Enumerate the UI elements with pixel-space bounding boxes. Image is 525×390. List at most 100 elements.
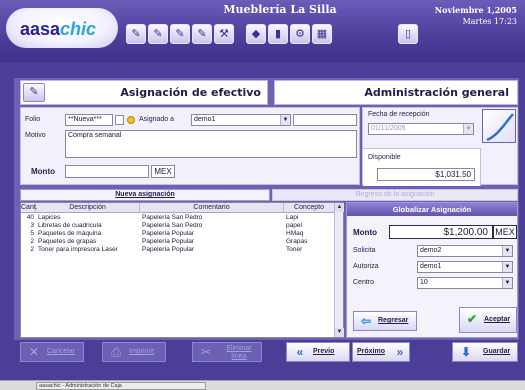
module-title: Administración general — [364, 86, 509, 99]
solicita-select[interactable]: demo2 ▼ — [417, 245, 513, 257]
fecha-value: 01/11/2005 — [371, 125, 406, 132]
regresar-button[interactable]: ⇦ Regresar — [353, 311, 417, 331]
door-icon[interactable]: ▯ — [398, 24, 418, 44]
asignado-value: demo1 — [194, 116, 216, 123]
cell-cantidad: 2 — [30, 238, 34, 245]
centro-label: Centro — [353, 279, 375, 286]
pencil-icon[interactable]: ✎ — [192, 24, 212, 44]
scroll-down-icon[interactable]: ▼ — [335, 328, 344, 337]
global-monto-field[interactable]: $1,200.00 — [389, 225, 493, 239]
autoriza-label: Autoriza — [353, 263, 379, 270]
cell-descripcion: Toner para impresora Laser — [38, 246, 118, 253]
column-header-concepto[interactable]: Concepto — [284, 203, 335, 213]
chevron-down-icon[interactable]: ▼ — [280, 115, 290, 125]
motivo-label: Motivo — [25, 132, 46, 139]
cancelar-button[interactable]: ✕ Cancelar — [20, 342, 84, 362]
tab-nueva-asignacion[interactable]: Nueva asignación — [20, 189, 270, 201]
asignado-select[interactable]: demo1 ▼ — [191, 114, 291, 126]
status-light-icon — [127, 116, 135, 124]
cell-concepto: papel — [286, 222, 302, 229]
folio-field[interactable]: **Nueva*** — [65, 114, 113, 126]
current-day-time: Martes 17:23 — [462, 17, 517, 26]
cell-descripcion: Paquetes de máquina — [38, 230, 102, 237]
previo-label: Previo — [313, 348, 335, 355]
aceptar-label: Aceptar — [484, 316, 511, 323]
cell-cantidad: 40 — [26, 214, 34, 221]
cell-descripcion: Libretas de cuadricula — [38, 222, 102, 229]
cancel-icon: ✕ — [28, 345, 40, 359]
pencil-icon[interactable]: ✎ — [148, 24, 168, 44]
chart-icon[interactable] — [482, 109, 516, 143]
table-row[interactable]: 3 Libretas de cuadricula Papelería San P… — [21, 222, 335, 230]
calendar-icon[interactable]: ▦ — [312, 24, 332, 44]
section-header-admin: Administración general — [274, 80, 518, 105]
chevron-down-icon[interactable]: ▼ — [502, 246, 512, 256]
table-row[interactable]: 5 Paquetes de máquina Papelería Popular … — [21, 230, 335, 238]
centro-select[interactable]: 10 ▼ — [417, 277, 513, 289]
autoriza-select[interactable]: demo1 ▼ — [417, 261, 513, 273]
tools-icon[interactable]: ⚒ — [214, 24, 234, 44]
asignado-name-field[interactable] — [293, 114, 357, 126]
column-header-descripcion[interactable]: Descripción — [36, 203, 140, 213]
column-header-comentario[interactable]: Comentario — [140, 203, 284, 213]
gears-icon[interactable]: ⚙ — [290, 24, 310, 44]
cell-descripcion: Lapices — [38, 214, 61, 221]
tab-regreso-asignacion[interactable]: Regreso de la asignación — [272, 189, 518, 201]
page-title: Asignación de efectivo — [120, 86, 261, 99]
table-row[interactable]: 2 Paquetes de grapas Papelería Popular G… — [21, 238, 335, 246]
globalizar-title: Globalizar Asignación — [347, 203, 517, 216]
taskbar-window-button[interactable]: aasachic - Administración de Caja — [36, 382, 206, 390]
app-header: aasa chic Mueblería La Silla ✎ ✎ ✎ ✎ ⚒ ◆… — [0, 0, 525, 62]
double-arrow-right-icon: » — [396, 345, 404, 359]
logo-text-main: aasa — [20, 19, 61, 39]
monto-field[interactable] — [65, 165, 149, 178]
book-icon[interactable]: ▮ — [268, 24, 288, 44]
cell-cantidad: 5 — [30, 230, 34, 237]
asignado-label: Asignado a — [139, 116, 175, 123]
global-monto-label: Monto — [353, 228, 377, 237]
checkmark-icon: ✔ — [466, 312, 478, 326]
disponible-label: Disponible — [368, 154, 401, 161]
cell-concepto: Toner — [286, 246, 303, 253]
proximo-button[interactable]: Próximo » — [352, 342, 410, 362]
globalizar-panel: Globalizar Asignación Monto $1,200.00 ME… — [346, 202, 518, 338]
motivo-field[interactable]: Compra semanal — [65, 130, 357, 158]
table-scrollbar[interactable]: ▲ ▼ — [334, 203, 344, 337]
aceptar-button[interactable]: ✔ Aceptar — [459, 307, 517, 333]
eraser-icon[interactable]: ◆ — [246, 24, 266, 44]
chevron-down-icon[interactable]: ▼ — [502, 278, 512, 288]
chevron-down-icon[interactable]: ▼ — [463, 124, 473, 134]
centro-value: 10 — [420, 279, 428, 286]
cell-descripcion: Paquetes de grapas — [38, 238, 97, 245]
os-taskbar: aasachic - Administración de Caja — [0, 380, 525, 390]
scroll-up-icon[interactable]: ▲ — [335, 203, 344, 212]
items-table: Cant. Descripción Comentario Concepto 40… — [20, 202, 344, 338]
folio-checkbox[interactable] — [115, 115, 124, 125]
table-row[interactable]: 2 Toner para impresora Laser Papelería P… — [21, 246, 335, 254]
date-time-display: Noviembre 1,2005 Martes 17:23 — [435, 5, 517, 27]
pencil-icon[interactable]: ✎ — [23, 83, 45, 102]
previo-button[interactable]: « Previo — [286, 342, 350, 362]
table-row[interactable]: 40 Lapices Papelería San Pedro Lapi — [21, 214, 335, 222]
section-header-asignacion: ✎ Asignación de efectivo — [20, 80, 268, 105]
guardar-label: Guardar — [483, 348, 511, 355]
column-header-cantidad[interactable]: Cant. — [21, 203, 38, 213]
imprimir-label: Imprimir — [129, 348, 155, 355]
monto-label: Monto — [31, 167, 55, 176]
fecha-select[interactable]: 01/11/2005 ▼ — [368, 123, 474, 135]
imprimir-button[interactable]: ⎙ Imprimir — [102, 342, 166, 362]
chevron-down-icon[interactable]: ▼ — [502, 262, 512, 272]
solicita-value: demo2 — [420, 247, 442, 254]
solicita-label: Solicita — [353, 247, 376, 254]
cell-comentario: Papelería San Pedro — [142, 214, 203, 221]
app-logo: aasa chic — [6, 8, 118, 48]
cancelar-label: Cancelar — [47, 348, 76, 355]
regresar-label: Regresar — [378, 317, 409, 324]
company-title: Mueblería La Silla — [223, 3, 337, 16]
pencil-icon[interactable]: ✎ — [170, 24, 190, 44]
guardar-button[interactable]: ⬇ Guardar — [452, 342, 518, 362]
pencil-icon[interactable]: ✎ — [126, 24, 146, 44]
disponible-box: Disponible $1,031.50 — [363, 148, 481, 186]
current-date: Noviembre 1,2005 — [434, 5, 517, 15]
eliminar-linea-button[interactable]: ✂ Eliminar línea — [192, 342, 262, 362]
